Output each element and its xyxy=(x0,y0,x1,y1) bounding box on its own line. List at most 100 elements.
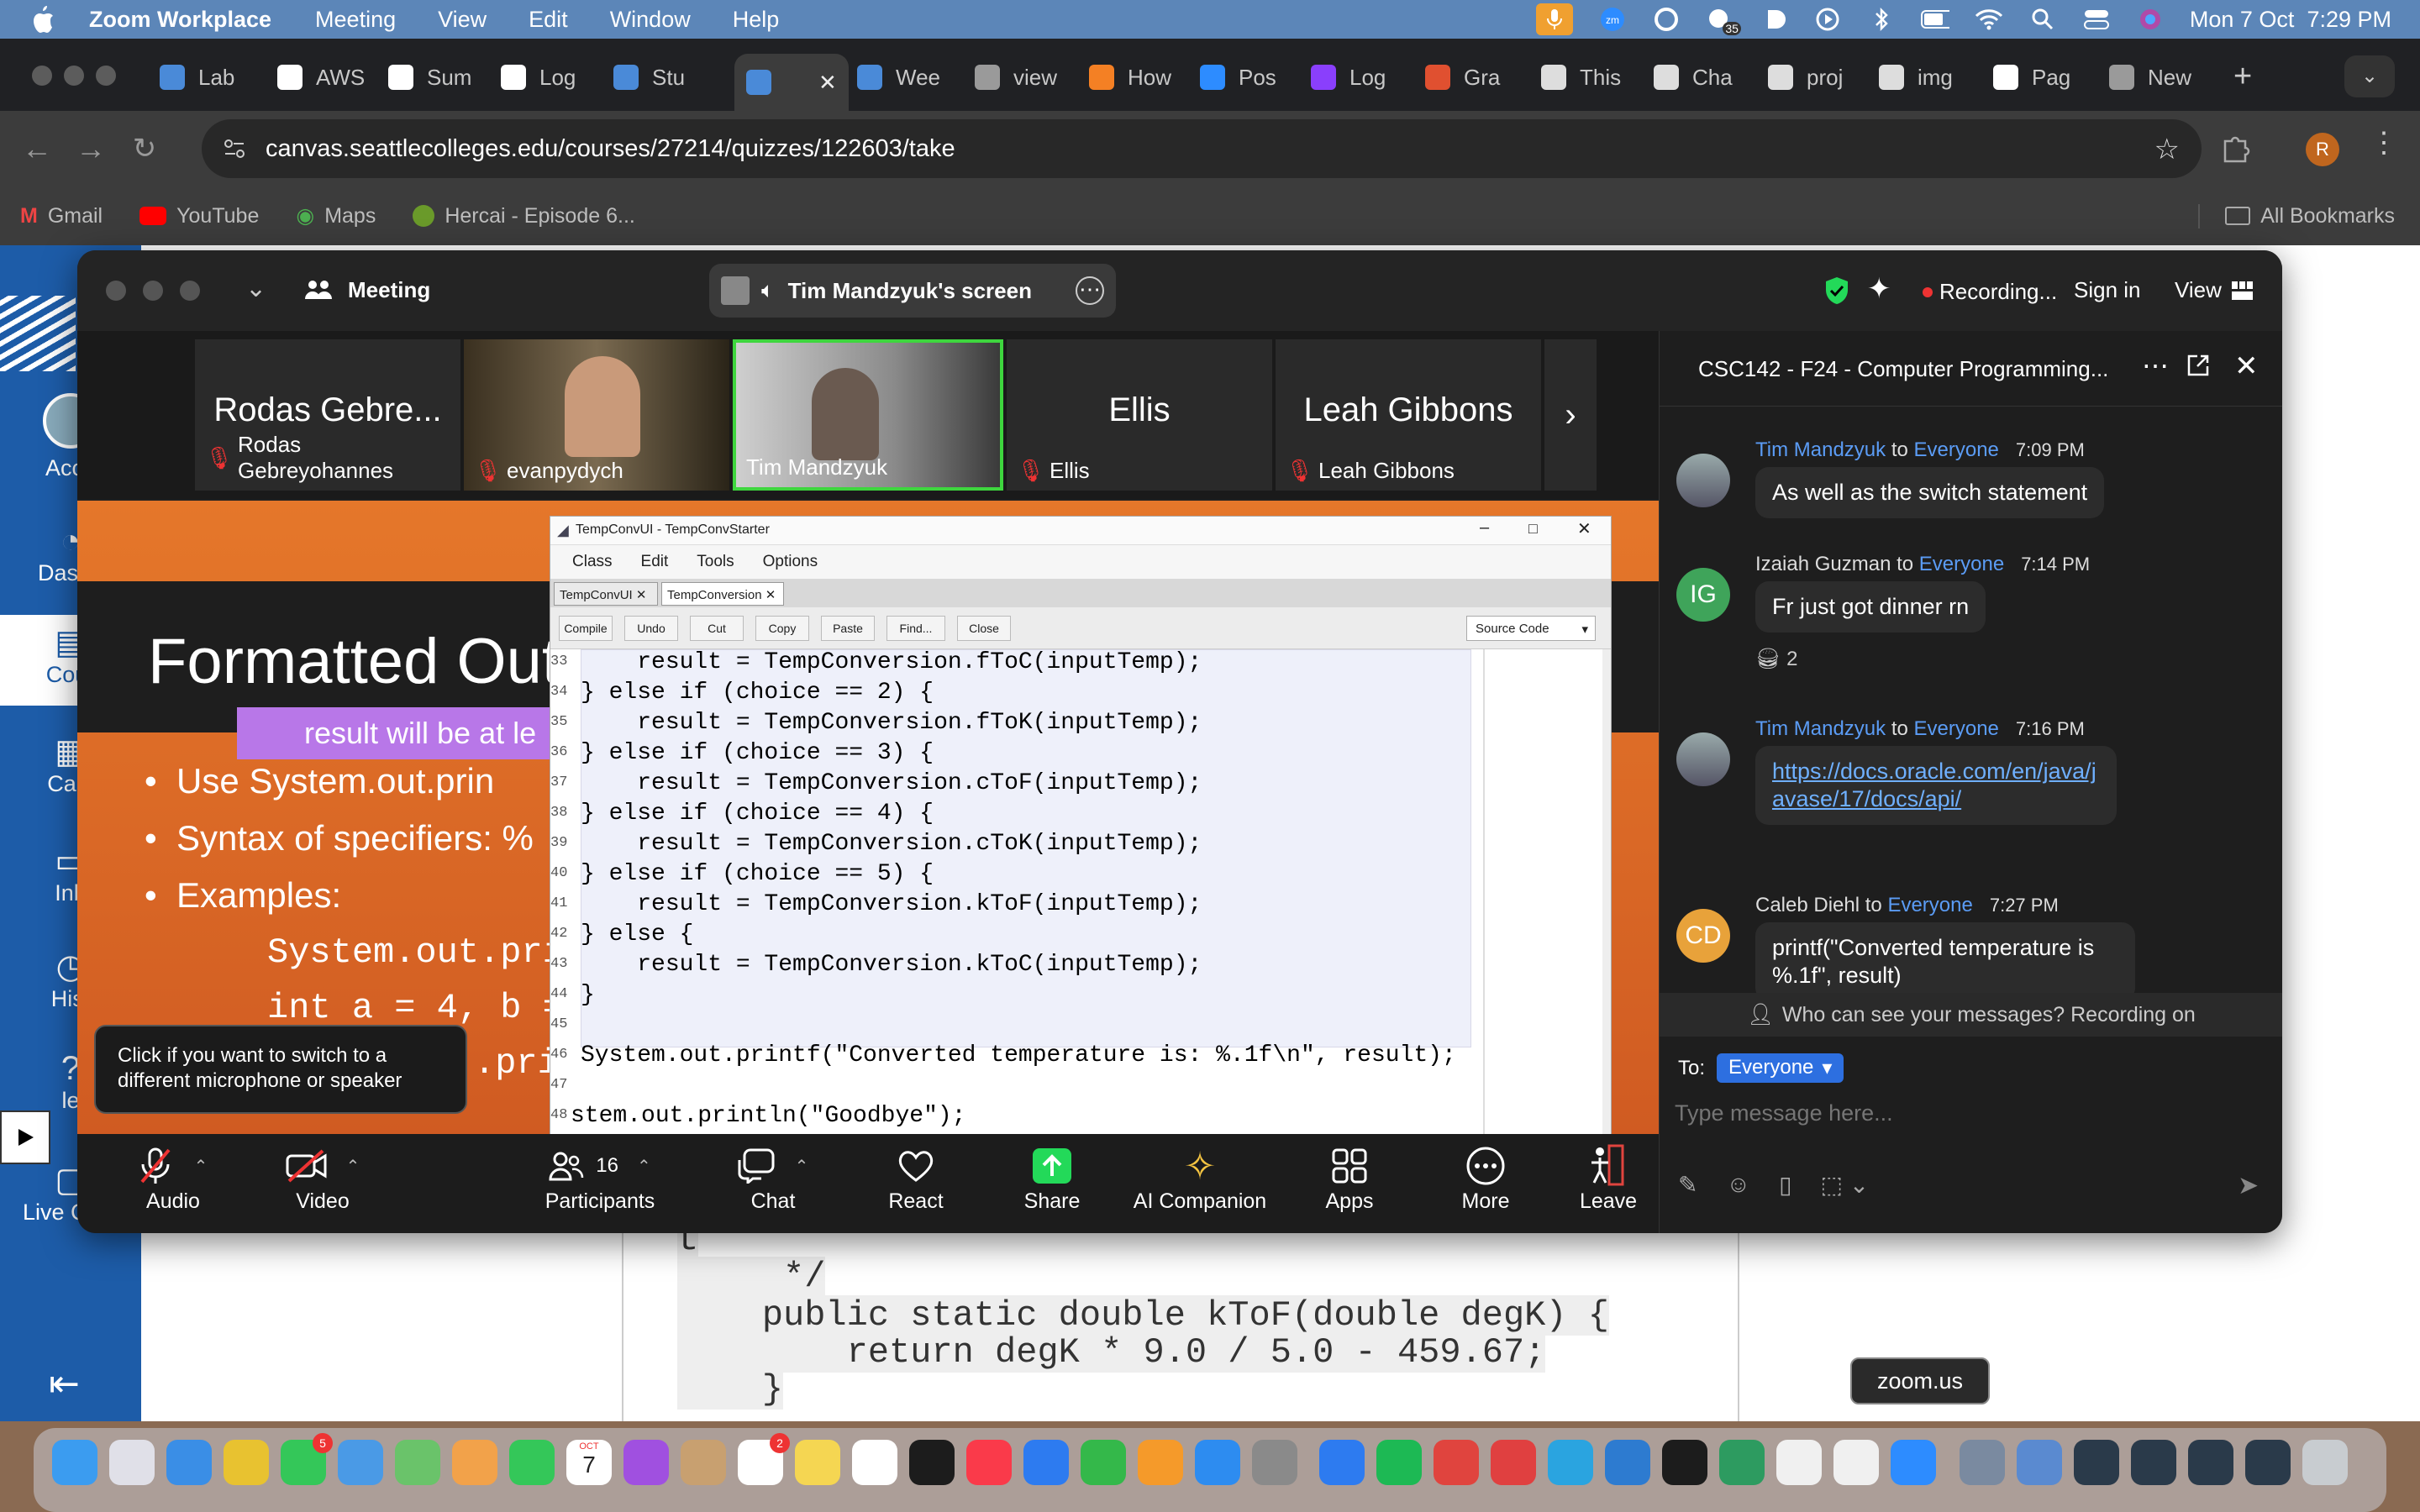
contacts-icon[interactable] xyxy=(681,1440,726,1485)
bookmark-hercai[interactable]: Hercai - Episode 6... xyxy=(413,204,635,228)
audio-button[interactable]: ⌃ Audio xyxy=(114,1142,232,1214)
menubar-clock[interactable]: Mon 7 Oct 7:29 PM xyxy=(2190,7,2391,33)
bookmark-star-icon[interactable]: ☆ xyxy=(2154,133,2180,166)
react-button[interactable]: React xyxy=(857,1142,975,1214)
browser-tab[interactable]: New xyxy=(2109,54,2208,101)
recipient-select[interactable]: Everyone ▾ xyxy=(1717,1053,1844,1083)
window-icon[interactable] xyxy=(2188,1440,2233,1485)
ide-copy-button[interactable]: Copy xyxy=(755,616,809,641)
appletv-icon[interactable] xyxy=(909,1440,955,1485)
new-tab-icon[interactable]: + xyxy=(2233,59,2252,95)
close-window-dot[interactable] xyxy=(32,66,52,86)
numbers-icon[interactable] xyxy=(1081,1440,1126,1485)
profile-avatar[interactable]: R xyxy=(2306,133,2339,166)
maximize-icon[interactable]: □ xyxy=(1528,520,1538,538)
next-page-chevron-icon[interactable]: › xyxy=(1544,339,1597,491)
leave-button[interactable]: Leave xyxy=(1549,1142,1667,1214)
minimize-window-dot[interactable] xyxy=(143,281,163,301)
url-text[interactable]: canvas.seattlecolleges.edu/courses/27214… xyxy=(266,135,955,163)
airmail-icon[interactable] xyxy=(1434,1440,1479,1485)
browser-tab[interactable]: Cha xyxy=(1654,54,1753,101)
view-button[interactable]: View xyxy=(2175,277,2254,303)
browser-tab[interactable]: Lab xyxy=(160,54,259,101)
browser-tab[interactable]: Pos xyxy=(1200,54,1299,101)
browser-tab[interactable]: Pag xyxy=(1993,54,2092,101)
zoom-window-dot[interactable] xyxy=(180,281,200,301)
ide-find-button[interactable]: Find... xyxy=(886,616,945,641)
microphone-in-use-icon[interactable] xyxy=(1535,3,1573,35)
ide-undo-button[interactable]: Undo xyxy=(624,616,678,641)
close-icon[interactable]: ✕ xyxy=(1577,518,1591,539)
telegram-icon[interactable] xyxy=(1548,1440,1593,1485)
tab-search-icon[interactable]: ⌄ xyxy=(2344,55,2395,97)
browser-tab[interactable]: ✕ xyxy=(734,54,849,111)
textedit-icon[interactable] xyxy=(1776,1440,1822,1485)
reload-icon[interactable]: ↻ xyxy=(128,132,161,165)
zoom-window-dot[interactable] xyxy=(96,66,116,86)
maps-icon[interactable] xyxy=(395,1440,440,1485)
docs-link[interactable]: https://docs.oracle.com/en/java/javase/1… xyxy=(1772,759,2096,811)
privacy-banner[interactable]: 👤︎ Who can see your messages? Recording o… xyxy=(1660,993,2282,1037)
ide-menu-tools[interactable]: Tools xyxy=(697,553,734,571)
browser-tab[interactable]: Gra xyxy=(1425,54,1524,101)
menu-help[interactable]: Help xyxy=(733,7,780,33)
folder-icon[interactable] xyxy=(2017,1440,2062,1485)
editor-scrollbar[interactable] xyxy=(1602,649,1611,1134)
battery-icon[interactable] xyxy=(1920,7,1949,32)
participant-tile[interactable]: Rodas Gebre... 🎙︎ Rodas Gebreyohannes xyxy=(195,339,460,491)
browser-tab[interactable]: Log xyxy=(501,54,600,101)
slideshow-play-button[interactable] xyxy=(0,1110,50,1164)
collapse-nav-icon[interactable]: ⇤ xyxy=(49,1362,80,1405)
ide-cut-button[interactable]: Cut xyxy=(690,616,744,641)
minimize-icon[interactable]: – xyxy=(1480,518,1489,538)
ai-companion-button[interactable]: ✧ AI Companion xyxy=(1124,1142,1276,1214)
all-bookmarks[interactable]: All Bookmarks xyxy=(2198,203,2395,228)
shield-check-icon[interactable] xyxy=(1823,276,1850,306)
siri-icon[interactable] xyxy=(2136,7,2165,32)
reminders-icon[interactable]: 2 xyxy=(738,1433,790,1485)
participants-options-chevron-icon[interactable]: ⌃ xyxy=(637,1156,651,1177)
photos-icon[interactable] xyxy=(452,1440,497,1485)
control-center-icon[interactable] xyxy=(2082,7,2111,32)
chat-message-list[interactable]: Tim Mandzyuk to Everyone 7:09 PM As well… xyxy=(1660,407,2282,993)
bookmark-maps[interactable]: ◉ Maps xyxy=(296,203,376,228)
more-options-icon[interactable]: ⋯ xyxy=(1076,276,1104,305)
menu-view[interactable]: View xyxy=(438,7,487,33)
close-window-dot[interactable] xyxy=(106,281,126,301)
menu-meeting[interactable]: Meeting xyxy=(315,7,396,33)
extensions-icon[interactable] xyxy=(2218,131,2252,165)
podcasts-icon[interactable] xyxy=(623,1440,669,1485)
freeform-icon[interactable] xyxy=(852,1440,897,1485)
emoji-icon[interactable]: ☺ xyxy=(1726,1171,1750,1199)
toggl-icon[interactable] xyxy=(1491,1440,1536,1485)
grammarly-icon[interactable] xyxy=(1652,7,1681,32)
chrome-icon[interactable] xyxy=(224,1440,269,1485)
menu-edit[interactable]: Edit xyxy=(529,7,568,33)
chat-button[interactable]: ⌃ Chat xyxy=(714,1142,832,1214)
participant-tile[interactable]: Leah Gibbons 🎙︎ Leah Gibbons xyxy=(1276,339,1541,491)
pages-icon[interactable] xyxy=(1138,1440,1183,1485)
recording-indicator[interactable]: Recording... xyxy=(1923,279,2057,305)
screenshot-icon[interactable]: ⬚ ⌄ xyxy=(1820,1171,1869,1199)
browser-tab[interactable]: Stu xyxy=(613,54,713,101)
window-icon[interactable] xyxy=(2074,1440,2119,1485)
mail-icon[interactable] xyxy=(338,1440,383,1485)
file-icon[interactable]: ▯ xyxy=(1779,1171,1791,1199)
participant-tile[interactable]: Ellis 🎙︎ Ellis xyxy=(1007,339,1272,491)
bluetooth-icon[interactable] xyxy=(1867,7,1896,32)
ide-tab-tempconversion[interactable]: TempConversion ✕ xyxy=(661,582,784,606)
window-icon[interactable] xyxy=(2131,1440,2176,1485)
menu-app-name[interactable]: Zoom Workplace xyxy=(89,7,271,33)
messages-icon[interactable]: 5 xyxy=(281,1433,333,1485)
appstore-icon[interactable] xyxy=(1195,1440,1240,1485)
ide-tab-tempconvui[interactable]: TempConvUI ✕ xyxy=(554,582,658,606)
ide-menu-edit[interactable]: Edit xyxy=(641,553,669,571)
menu-window[interactable]: Window xyxy=(610,7,691,33)
zoom-menu-icon[interactable]: zm xyxy=(1598,7,1627,32)
browser-tab[interactable]: AWS xyxy=(277,54,376,101)
browser-tab[interactable]: Log xyxy=(1311,54,1410,101)
browser-tab[interactable]: view xyxy=(975,54,1074,101)
send-icon[interactable]: ➤ xyxy=(2238,1171,2259,1200)
share-button[interactable]: Share xyxy=(993,1142,1111,1214)
chat-more-icon[interactable]: ⋯ xyxy=(2142,349,2169,381)
